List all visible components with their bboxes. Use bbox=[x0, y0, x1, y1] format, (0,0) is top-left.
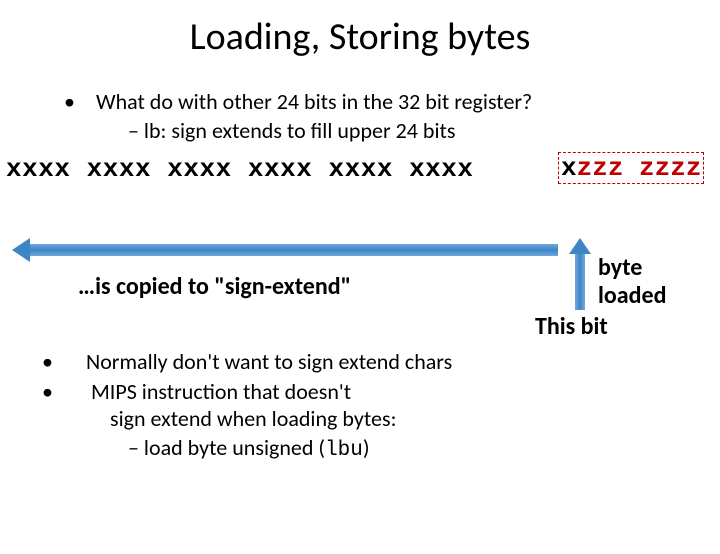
bullet-dot-icon: • bbox=[64, 378, 86, 405]
bits-sign-bit: x bbox=[561, 153, 577, 183]
bullet-mips: • MIPS instruction that doesn't sign ext… bbox=[64, 378, 604, 462]
this-bit-label: This bit bbox=[535, 312, 608, 341]
sign-extend-arrow-icon bbox=[18, 244, 558, 256]
lbu-code: lbu bbox=[325, 439, 363, 462]
bullet-normally-text: Normally don't want to sign extend chars bbox=[86, 348, 452, 375]
bits-z-part2: zzzz bbox=[639, 153, 701, 183]
bits-z-part1: zzz bbox=[577, 153, 639, 183]
bullet-normally: •Normally don't want to sign extend char… bbox=[64, 348, 534, 375]
bullet-question-text: What do with other 24 bits in the 32 bit… bbox=[96, 88, 532, 115]
sub-bullet-lb: – lb: sign extends to fill upper 24 bits bbox=[128, 117, 720, 144]
lbu-post: ) bbox=[363, 434, 370, 461]
content-area: •What do with other 24 bits in the 32 bi… bbox=[0, 88, 720, 194]
sub-bullet-lbu: – load byte unsigned (lbu) bbox=[128, 434, 604, 462]
lbu-pre: – load byte unsigned ( bbox=[128, 434, 325, 461]
slide-title: Loading, Storing bytes bbox=[0, 14, 720, 60]
bits-diagram: xxxx xxxx xxxx xxxx xxxx xxxx xzzz zzzz bbox=[0, 154, 720, 194]
bits-upper-x: xxxx xxxx xxxx xxxx xxxx xxxx bbox=[6, 154, 474, 184]
bullet-dot-icon: • bbox=[80, 88, 96, 115]
byte-label: byte bbox=[598, 253, 642, 282]
bullet-dot-icon: • bbox=[64, 348, 86, 375]
copied-label: …is copied to "sign-extend" bbox=[78, 272, 351, 301]
byte-loaded-label: byte loaded bbox=[598, 254, 666, 309]
bullet-mips-line2: sign extend when loading bytes: bbox=[110, 405, 604, 432]
this-bit-arrow-icon bbox=[575, 242, 585, 302]
loaded-label: loaded bbox=[598, 281, 666, 310]
bullet-mips-line1: MIPS instruction that doesn't bbox=[91, 378, 351, 405]
bullet-question: •What do with other 24 bits in the 32 bi… bbox=[80, 88, 680, 115]
bits-loaded-byte-box: xzzz zzzz bbox=[558, 152, 704, 184]
